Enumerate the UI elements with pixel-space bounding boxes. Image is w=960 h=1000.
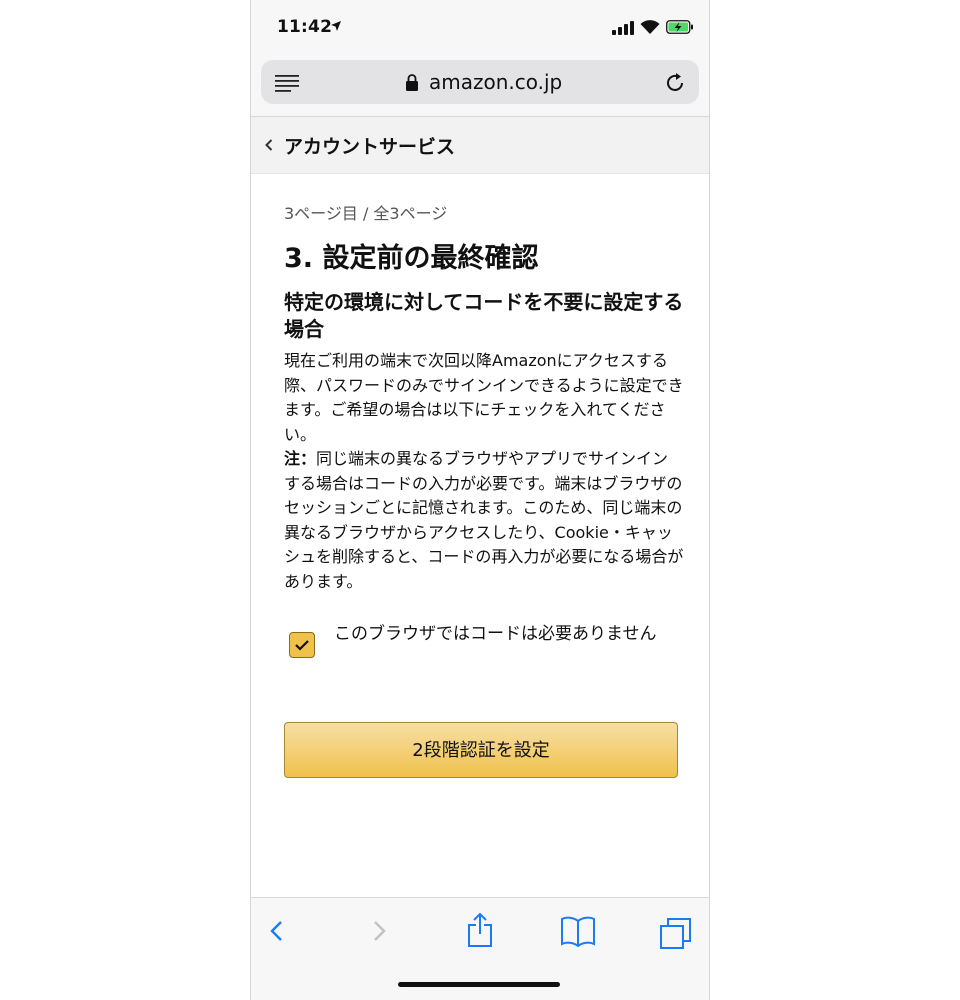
address-bar[interactable]: amazon.co.jp — [261, 60, 699, 104]
cellular-signal-icon — [612, 21, 634, 35]
home-indicator[interactable] — [398, 982, 560, 987]
account-services-nav[interactable]: アカウントサービス — [251, 117, 709, 174]
lock-icon — [406, 74, 418, 91]
status-bar: 11:42 — [251, 0, 709, 56]
browser-toolbar: amazon.co.jp — [251, 56, 709, 117]
location-arrow-icon — [331, 21, 341, 31]
enable-two-step-verification-button[interactable]: 2段階認証を設定 — [284, 722, 678, 778]
back-arrow-icon[interactable] — [267, 916, 287, 946]
remember-browser-option[interactable]: このブラウザではコードは必要ありません — [284, 622, 684, 682]
description-paragraph: 現在ご利用の端末で次回以降Amazonにアクセスする際、パスワードのみでサインイ… — [284, 351, 684, 444]
phone-screen: 11:42 amazon.co.jp アカウントサービス 3ページ目 / 全3ペ… — [250, 0, 710, 1000]
tabs-icon[interactable] — [659, 916, 693, 950]
remember-browser-checkbox[interactable] — [289, 632, 315, 658]
browser-bottom-toolbar — [251, 897, 709, 1000]
section-heading: 特定の環境に対してコードを不要に設定する場合 — [284, 290, 684, 341]
bookmarks-icon[interactable] — [560, 916, 596, 948]
main-content: 3ページ目 / 全3ページ 3. 設定前の最終確認 特定の環境に対してコードを不… — [284, 190, 684, 682]
chevron-left-icon — [265, 139, 273, 151]
remember-browser-label[interactable]: このブラウザではコードは必要ありません — [334, 622, 679, 647]
status-time: 11:42 — [277, 17, 333, 37]
note-text: 同じ端末の異なるブラウザやアプリでサインインする場合はコードの入力が必要です。端… — [284, 449, 684, 591]
share-icon[interactable] — [466, 912, 494, 948]
note-label: 注： — [284, 449, 317, 468]
description-text: 現在ご利用の端末で次回以降Amazonにアクセスする際、パスワードのみでサインイ… — [284, 349, 684, 594]
reader-icon[interactable] — [275, 74, 299, 92]
wifi-icon — [640, 20, 660, 34]
page-indicator: 3ページ目 / 全3ページ — [284, 204, 448, 223]
url-text[interactable]: amazon.co.jp — [429, 70, 562, 94]
battery-charging-icon — [666, 20, 693, 34]
reload-icon[interactable] — [664, 72, 686, 94]
checkmark-icon — [295, 640, 309, 651]
forward-arrow-icon[interactable] — [369, 916, 389, 946]
page-title: 3. 設定前の最終確認 — [284, 243, 539, 274]
back-to-account-services-link[interactable]: アカウントサービス — [284, 132, 455, 159]
